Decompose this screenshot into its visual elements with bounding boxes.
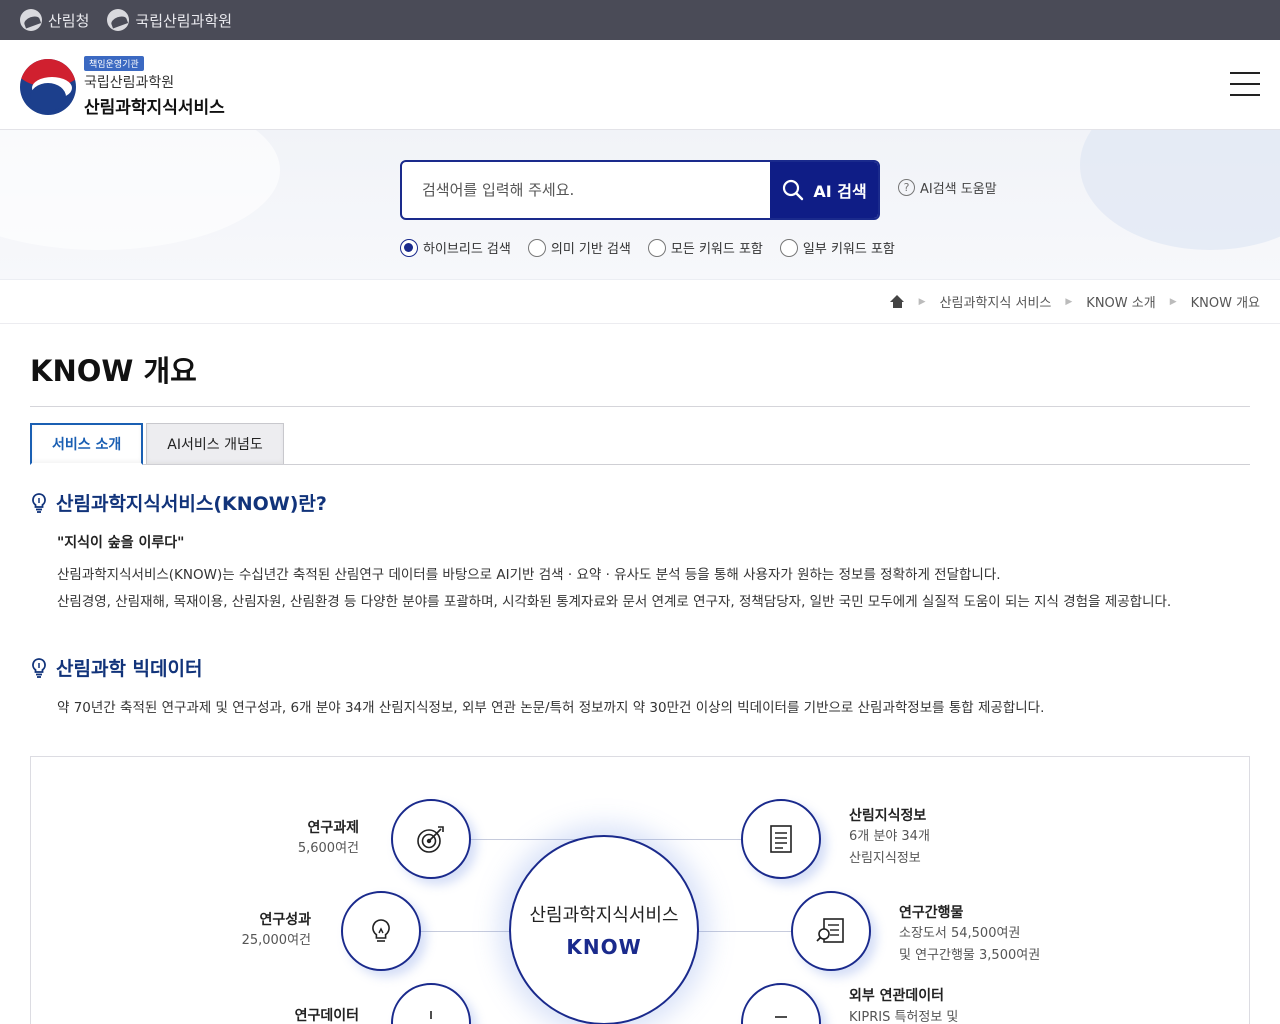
nifos-label: 국립산림과학원 (135, 11, 233, 30)
label-publications-sub2: 및 연구간행물 3,500여권 (899, 948, 1041, 963)
ai-search-help-link[interactable]: ? AI검색 도움말 (898, 178, 997, 197)
section-heading-bigdata: 산림과학 빅데이터 (30, 654, 1250, 681)
radio-hybrid[interactable]: 하이브리드 검색 (400, 238, 511, 257)
label-external-data: 외부 연관데이터 (849, 988, 945, 1004)
intro-text-1: 산림과학지식서비스(KNOW)는 수십년간 축적된 산림연구 데이터를 바탕으로… (57, 567, 1001, 583)
search-mode-options: 하이브리드 검색 의미 기반 검색 모든 키워드 포함 일부 키워드 포함 (400, 238, 895, 257)
bigdata-diagram: 산림과학지식서비스 KNOW 연구과제 5,600여건 연구성과 25,000여… (30, 756, 1250, 1024)
section-heading-text: 산림과학 빅데이터 (56, 658, 203, 680)
lightbulb-icon (32, 657, 46, 678)
page-title: KNOW 개요 (30, 348, 1250, 407)
radio-semantic[interactable]: 의미 기반 검색 (527, 238, 631, 257)
radio-selected-icon (400, 238, 418, 257)
site-logo[interactable]: 책임운영기관 국립산림과학원 산림과학지식서비스 (20, 56, 225, 118)
forest-service-link[interactable]: 산림청 (20, 9, 89, 31)
nifos-emblem-icon (107, 9, 130, 31)
intro-paragraph: 산림과학지식서비스(KNOW)는 수십년간 축적된 산림연구 데이터를 바탕으로… (57, 562, 1177, 616)
radio-empty-icon (647, 238, 666, 257)
agency-badge: 책임운영기관 (84, 56, 144, 71)
service-name: 산림과학지식서비스 (84, 98, 225, 118)
label-research-data: 연구데이터 (294, 1008, 359, 1024)
nifos-link[interactable]: 국립산림과학원 (107, 9, 232, 31)
search-input[interactable] (402, 162, 770, 218)
breadcrumb-separator-icon: ▶ (1169, 296, 1177, 307)
content-tabs: 서비스 소개 AI서비스 개념도 (30, 423, 1250, 465)
ai-search-label: AI 검색 (813, 182, 867, 201)
breadcrumb-item[interactable]: 산림과학지식 서비스 (940, 292, 1052, 311)
know-hub: 산림과학지식서비스 KNOW (509, 835, 699, 1024)
breadcrumb-separator-icon: ▶ (1065, 296, 1073, 307)
radio-label: 하이브리드 검색 (423, 242, 511, 257)
data-icon (430, 1011, 432, 1019)
question-icon: ? (898, 179, 915, 196)
government-emblem-icon (20, 59, 76, 115)
node-research-results (341, 891, 421, 971)
label-research-projects: 연구과제 (307, 820, 359, 836)
lightbulb-icon (372, 919, 390, 942)
radio-label: 일부 키워드 포함 (802, 242, 895, 257)
breadcrumb-current: KNOW 개요 (1190, 296, 1260, 311)
external-data-icon (775, 1016, 787, 1018)
document-search-icon (816, 918, 844, 943)
search-box: AI 검색 (400, 160, 880, 220)
label-forest-knowledge-sub2: 산림지식정보 (849, 851, 921, 866)
breadcrumb: ▶ 산림과학지식 서비스 ▶ KNOW 소개 ▶ KNOW 개요 (0, 280, 1280, 324)
label-forest-knowledge: 산림지식정보 (849, 808, 927, 824)
search-icon (783, 179, 804, 201)
label-research-results-count: 25,000여건 (241, 933, 311, 948)
tab-ai-concept[interactable]: AI서비스 개념도 (146, 423, 284, 464)
section-heading-text: 산림과학지식서비스(KNOW)란? (56, 493, 327, 515)
site-header: 책임운영기관 국립산림과학원 산림과학지식서비스 (0, 40, 1280, 130)
label-forest-knowledge-sub1: 6개 분야 34개 (849, 829, 930, 844)
breadcrumb-separator-icon: ▶ (918, 296, 926, 307)
node-research-projects (391, 799, 471, 879)
breadcrumb-item[interactable]: KNOW 소개 (1086, 292, 1155, 311)
hub-title: 산림과학지식서비스 (529, 905, 679, 926)
section-heading-know: 산림과학지식서비스(KNOW)란? (30, 489, 1250, 516)
slogan: "지식이 숲을 이루다" (57, 535, 185, 551)
radio-all-keywords[interactable]: 모든 키워드 포함 (647, 238, 763, 257)
radio-empty-icon (779, 238, 798, 257)
org-name: 국립산림과학원 (84, 75, 175, 91)
ai-search-button[interactable]: AI 검색 (770, 162, 878, 218)
radio-label: 모든 키워드 포함 (670, 242, 763, 257)
document-list-icon (770, 825, 792, 853)
bigdata-paragraph: 약 70년간 축적된 연구과제 및 연구성과, 6개 분야 34개 산림지식정보… (57, 700, 1045, 716)
label-publications: 연구간행물 (899, 905, 964, 921)
label-external-data-sub1: KIPRIS 특허정보 및 (849, 1010, 959, 1024)
label-research-results: 연구성과 (259, 912, 311, 928)
home-icon[interactable] (889, 294, 905, 309)
hub-know: KNOW (566, 935, 642, 959)
intro-text-2: 산림경영, 산림재해, 목재이용, 산림자원, 산림환경 등 다양한 분야를 포… (57, 594, 1172, 610)
lightbulb-icon (32, 492, 46, 513)
search-area: AI 검색 ? AI검색 도움말 하이브리드 검색 의미 기반 검색 모든 키워… (0, 130, 1280, 280)
label-publications-sub1: 소장도서 54,500여권 (899, 926, 1021, 941)
help-label: AI검색 도움말 (920, 182, 997, 197)
main-content: KNOW 개요 서비스 소개 AI서비스 개념도 산림과학지식서비스(KNOW)… (0, 348, 1280, 1024)
top-utility-bar: 산림청 국립산림과학원 (0, 0, 1280, 40)
label-research-projects-count: 5,600여건 (297, 841, 359, 856)
node-publications (791, 891, 871, 971)
forest-service-emblem-icon (20, 9, 42, 31)
tab-service-intro[interactable]: 서비스 소개 (30, 423, 144, 465)
logo-text: 책임운영기관 국립산림과학원 산림과학지식서비스 (84, 56, 225, 118)
node-forest-knowledge (741, 799, 821, 879)
node-research-data (391, 983, 471, 1024)
radio-label: 의미 기반 검색 (550, 242, 631, 257)
radio-empty-icon (527, 238, 546, 257)
hamburger-menu-icon[interactable] (1230, 72, 1260, 96)
radio-some-keywords[interactable]: 일부 키워드 포함 (779, 238, 895, 257)
target-icon (417, 826, 444, 853)
node-external-data (741, 983, 821, 1024)
forest-service-label: 산림청 (48, 11, 90, 30)
